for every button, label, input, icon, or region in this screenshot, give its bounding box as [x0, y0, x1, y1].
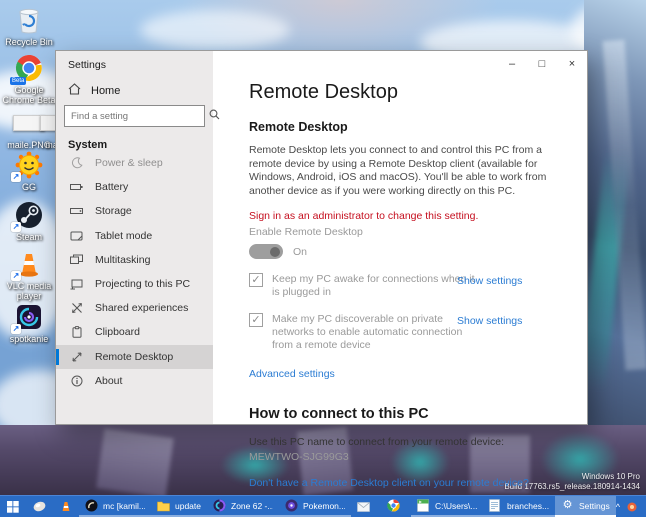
system-tray: ^ POL 15:33 16.06.2019 1 [616, 496, 646, 517]
remote-desktop-toggle-row: On [249, 244, 587, 259]
tray-chevron-icon[interactable]: ^ [616, 502, 620, 512]
battery-icon [70, 181, 83, 194]
vlc-cone-icon: ↗ [13, 249, 45, 279]
gear-icon: ⚙ [561, 499, 574, 512]
sidebar-item-multitasking[interactable]: Multitasking [56, 248, 213, 272]
sidebar-item-remote-desktop[interactable]: Remote Desktop [56, 345, 213, 369]
sidebar-item-battery[interactable]: Battery [56, 175, 213, 199]
discoverable-checkbox[interactable]: ✓ [249, 313, 263, 327]
shortcut-arrow-icon: ↗ [11, 222, 21, 232]
rd-client-link[interactable]: Don't have a Remote Desktop client on yo… [249, 477, 529, 489]
sidebar-section-title: System [68, 139, 107, 151]
remote-desktop-icon [70, 350, 83, 363]
mc-app-icon [85, 499, 98, 512]
taskbar-app-mc[interactable]: mc [kamil... [79, 496, 151, 517]
settings-sidebar: Settings Home System Power & sleep [56, 51, 213, 424]
storage-drive-icon [70, 205, 83, 218]
desktop-icon-chrome-beta[interactable]: Beta Google Chrome Beta [1, 53, 57, 105]
sidebar-item-projecting[interactable]: Projecting to this PC [56, 272, 213, 296]
remote-desktop-toggle[interactable] [249, 244, 283, 259]
shared-experiences-icon [70, 302, 83, 315]
taskbar-app-cusers[interactable]: C:\Users\... [411, 496, 483, 517]
description-text: Remote Desktop lets you connect to and c… [249, 144, 567, 198]
admin-warning: Sign in as an administrator to change th… [249, 210, 587, 222]
media-swirl-icon: ↗ [13, 302, 45, 332]
sidebar-item-storage[interactable]: Storage [56, 199, 213, 223]
taskbar-app-update[interactable]: update [151, 496, 207, 517]
beta-badge: Beta [10, 77, 26, 85]
sidebar-item-shared-experiences[interactable]: Shared experiences [56, 296, 213, 320]
discoverable-row: ✓ Make my PC discoverable on private net… [249, 313, 579, 352]
maximize-button[interactable]: □ [527, 51, 557, 77]
taskbar-app-zone62[interactable]: Zone 62 -... [207, 496, 279, 517]
recycle-bin-icon [13, 5, 45, 35]
settings-main-panel: – □ × Remote Desktop Remote Desktop Remo… [213, 51, 587, 424]
home-icon [68, 83, 81, 98]
desktop-icon-recycle-bin[interactable]: Recycle Bin [1, 5, 57, 47]
close-button[interactable]: × [557, 51, 587, 77]
settings-window: Settings Home System Power & sleep [55, 50, 588, 425]
wallpaper-cliff [584, 0, 646, 440]
about-info-icon [70, 374, 83, 387]
pinned-app-button[interactable] [26, 496, 53, 517]
keep-awake-checkbox[interactable]: ✓ [249, 273, 263, 287]
taskbar-app-chrome[interactable] [381, 496, 411, 517]
window-title: Settings [68, 59, 106, 71]
shortcut-arrow-icon: ↗ [11, 271, 21, 281]
pc-name-value: MEWTWO-SJG99G3 [249, 451, 587, 463]
desktop-icon-gg[interactable]: ↗ GG [1, 150, 57, 192]
vlc-taskbar-icon[interactable] [53, 496, 79, 517]
show-settings-link-1[interactable]: Show settings [457, 275, 522, 287]
desktop-icon-vlc[interactable]: ↗ VLC media player [1, 249, 57, 301]
taskbar-app-settings[interactable]: ⚙ Settings [555, 496, 616, 517]
shortcut-arrow-icon: ↗ [11, 172, 21, 182]
projecting-icon [70, 278, 83, 291]
crescent-icon [70, 157, 83, 170]
show-settings-link-2[interactable]: Show settings [457, 315, 522, 327]
tray-app-icon[interactable] [626, 500, 639, 513]
toggle-state-label: On [293, 246, 307, 258]
notes-file-icon [489, 499, 502, 512]
gg-smiley-icon: ↗ [13, 150, 45, 180]
minimize-button[interactable]: – [497, 51, 527, 77]
keep-awake-row: ✓ Keep my PC awake for connections when … [249, 273, 579, 299]
sidebar-item-home[interactable]: Home [68, 83, 120, 98]
multitasking-icon [70, 253, 83, 266]
taskbar-app-pokemon[interactable]: Pokemon... [279, 496, 351, 517]
advanced-settings-link[interactable]: Advanced settings [249, 368, 335, 380]
discoverable-label: Make my PC discoverable on private netwo… [272, 313, 482, 352]
shortcut-arrow-icon: ↗ [11, 324, 21, 334]
pokemon-app-icon [285, 499, 298, 512]
console-file-icon [417, 499, 430, 512]
steam-icon: ↗ [13, 200, 45, 230]
search-input[interactable] [65, 111, 209, 122]
how-to-connect-title: How to connect to this PC [249, 406, 587, 422]
chrome-beta-icon: Beta [13, 53, 45, 83]
chrome-taskbar-icon [387, 499, 400, 512]
keep-awake-label: Keep my PC awake for connections when it… [272, 273, 482, 299]
settings-search-box[interactable] [64, 105, 205, 127]
folder-icon [157, 499, 170, 512]
clipboard-icon [70, 326, 83, 339]
taskbar: mc [kamil... update Zone 62 -... Pokemon… [0, 495, 646, 517]
sidebar-item-tablet-mode[interactable]: Tablet mode [56, 224, 213, 248]
mail-envelope-icon [357, 499, 370, 512]
sidebar-item-power-sleep[interactable]: Power & sleep [56, 151, 213, 175]
desktop-icon-spotkanie[interactable]: ↗ spotkanie [1, 302, 57, 344]
desktop: Recycle Bin Beta Google Chrome Beta mail… [0, 0, 646, 517]
sidebar-nav: Power & sleep Battery Storage Tablet mod… [56, 151, 213, 393]
zone-app-icon [213, 499, 226, 512]
tablet-icon [70, 229, 83, 242]
taskbar-app-branches[interactable]: branches... [483, 496, 555, 517]
start-button[interactable] [0, 496, 26, 517]
taskbar-app-mail[interactable] [351, 496, 381, 517]
section-title: Remote Desktop [249, 120, 587, 134]
toggle-label: Enable Remote Desktop [249, 226, 587, 238]
pc-name-label: Use this PC name to connect from your re… [249, 436, 587, 448]
cloud [140, 10, 290, 50]
desktop-icon-steam[interactable]: ↗ Steam [1, 200, 57, 242]
sidebar-item-about[interactable]: About [56, 369, 213, 393]
sidebar-item-clipboard[interactable]: Clipboard [56, 320, 213, 344]
page-title: Remote Desktop [249, 81, 587, 104]
